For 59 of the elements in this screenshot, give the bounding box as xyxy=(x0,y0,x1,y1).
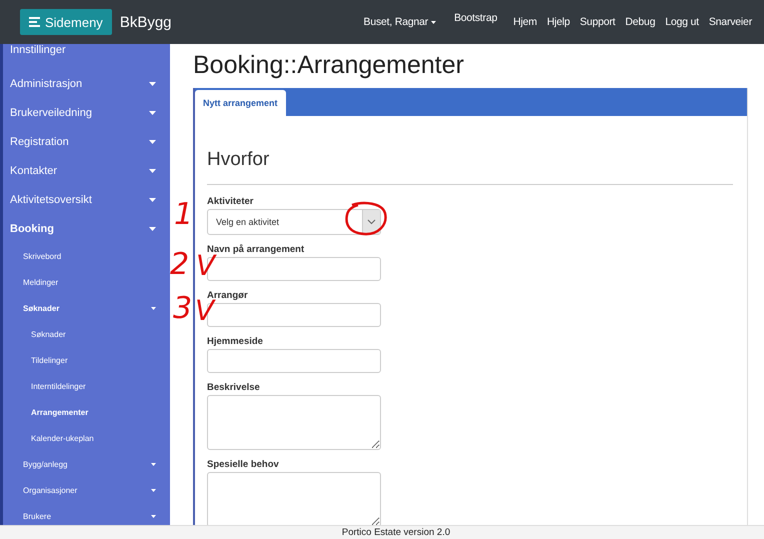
nav-link[interactable]: Hjem xyxy=(513,16,537,28)
sidebar-item[interactable]: Interntildelinger xyxy=(3,373,170,399)
chevron-down-icon xyxy=(367,219,376,225)
sidebar-item[interactable]: Kalender-ukeplan xyxy=(3,425,170,451)
sidebar-item[interactable]: Tildelinger xyxy=(3,347,170,373)
field-label: Hjemmeside xyxy=(207,336,264,347)
tab[interactable]: Nytt arrangement xyxy=(195,90,286,116)
caret-icon xyxy=(149,140,156,144)
handwritten-note: 2 xyxy=(170,250,190,280)
sidebar-item[interactable]: Organisasjoner xyxy=(3,477,170,503)
circle-annotation xyxy=(344,201,388,237)
version-text: Portico Estate version 2.0 xyxy=(342,526,450,539)
section-title: Hvorfor xyxy=(207,149,270,171)
caret-icon xyxy=(151,514,156,518)
field-label: Beskrivelse xyxy=(207,382,261,393)
caret-icon xyxy=(149,110,156,114)
sidebar-item[interactable]: Registration xyxy=(3,127,170,156)
nav-link[interactable]: Support xyxy=(580,16,616,28)
app-brand: BkBygg xyxy=(120,14,172,30)
nav-link[interactable]: Buset, Ragnar xyxy=(364,16,436,28)
handwritten-note: 1 xyxy=(174,200,194,230)
caret-icon xyxy=(149,198,156,202)
sidebar-item[interactable]: Aktivitetsoversikt xyxy=(3,185,170,214)
sidebar-item[interactable]: Søknader xyxy=(3,321,170,347)
sidebar-item[interactable]: Bygg/anlegg xyxy=(3,451,170,477)
sidebar-item[interactable]: Skrivebord xyxy=(3,243,170,269)
nav-link[interactable]: Debug xyxy=(625,16,656,28)
handwritten-note: V xyxy=(196,252,216,280)
field-label: Navn på arrangement xyxy=(207,244,306,255)
sidebar-menu-button[interactable]: Sidemeny xyxy=(20,9,112,35)
menu-icon xyxy=(29,17,40,27)
sidebar-item[interactable]: Innstillinger xyxy=(3,44,170,60)
caret-icon xyxy=(151,462,156,466)
text-field[interactable] xyxy=(207,349,381,373)
caret-icon xyxy=(149,168,156,172)
text-area[interactable] xyxy=(207,395,381,450)
sidebar-item[interactable]: Brukere xyxy=(3,503,170,525)
caret-icon xyxy=(151,488,156,492)
page-title: Booking::Arrangementer xyxy=(193,51,465,80)
sidebar-item[interactable]: Administrasjon xyxy=(3,69,170,98)
nav-link[interactable]: Bootstrap xyxy=(454,12,498,28)
sidebar-item[interactable]: Booking xyxy=(3,214,170,243)
sidebar-item[interactable]: Arrangementer xyxy=(3,399,170,425)
field-label: Aktiviteter xyxy=(207,196,254,207)
nav-link[interactable]: Logg ut xyxy=(665,16,699,28)
sidebar-item[interactable]: Søknader xyxy=(3,295,170,321)
caret-icon xyxy=(431,20,436,24)
activity-select[interactable]: Velg en aktivitet xyxy=(207,209,381,235)
field-label: Spesielle behov xyxy=(207,459,280,470)
sidebar-item[interactable]: Kontakter xyxy=(3,156,170,185)
caret-icon xyxy=(149,226,156,230)
sidebar-item[interactable]: Meldinger xyxy=(3,269,170,295)
caret-icon xyxy=(149,82,156,86)
handwritten-note: 3 xyxy=(173,294,192,324)
nav-link[interactable]: Snarveier xyxy=(708,16,752,28)
caret-icon xyxy=(151,306,156,310)
text-area[interactable] xyxy=(207,472,381,525)
nav-link[interactable]: Hjelp xyxy=(546,16,570,28)
sidebar-item[interactable]: Brukerveiledning xyxy=(3,98,170,127)
